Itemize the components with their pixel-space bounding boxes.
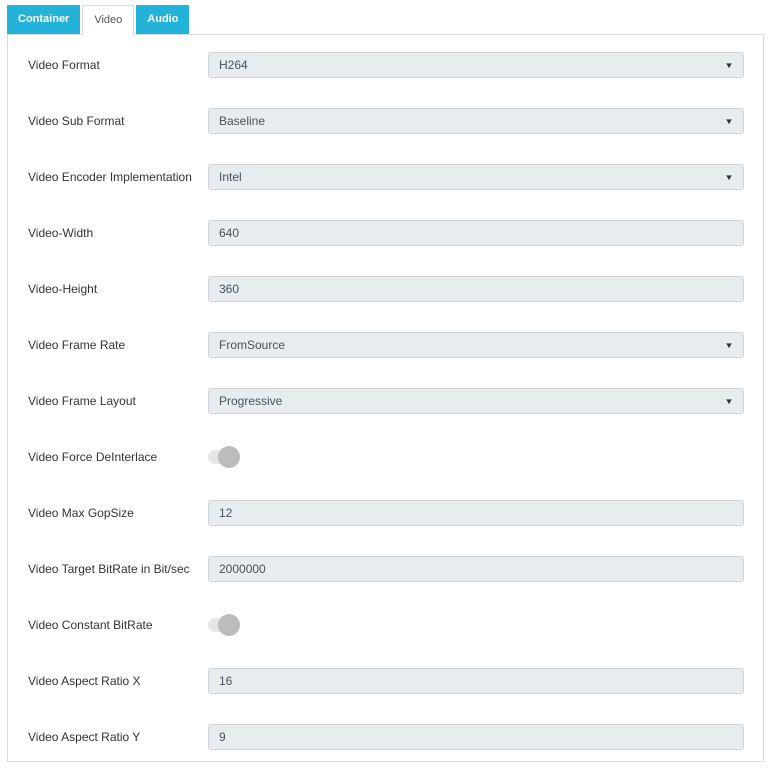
input-video-width[interactable]	[208, 220, 744, 246]
field-control: Intel ▼	[208, 164, 744, 190]
field-control	[208, 556, 744, 582]
media-encoding-settings: Container Video Audio Video Format H264 …	[0, 0, 771, 762]
form-row-video-frame-rate: Video Frame Rate FromSource ▼	[8, 332, 763, 358]
tab-audio[interactable]: Audio	[136, 5, 190, 34]
tab-container[interactable]: Container	[7, 5, 81, 34]
field-label: Video Target BitRate in Bit/sec	[28, 562, 190, 576]
form-row-video-target-bitrate-in-bit-sec: Video Target BitRate in Bit/sec	[8, 556, 763, 582]
form-row-video-encoder-implementation: Video Encoder Implementation Intel ▼	[8, 164, 763, 190]
chevron-down-icon: ▼	[724, 396, 734, 406]
toggle-knob	[218, 446, 240, 468]
dropdown-video-sub-format[interactable]: Baseline ▼	[208, 108, 744, 134]
toggle-knob	[218, 614, 240, 636]
dropdown-video-encoder-implementation[interactable]: Intel ▼	[208, 164, 744, 190]
tab-bar: Container Video Audio	[0, 0, 771, 35]
form-row-video-height: Video-Height	[8, 276, 763, 302]
dropdown-value: Progressive	[219, 394, 283, 408]
form-row-video-max-gopsize: Video Max GopSize	[8, 500, 763, 526]
dropdown-video-frame-rate[interactable]: FromSource ▼	[208, 332, 744, 358]
toggle-video-force-deinterlace[interactable]	[208, 446, 240, 468]
field-label: Video Encoder Implementation	[28, 170, 192, 184]
field-label: Video-Height	[28, 282, 98, 296]
field-label: Video Frame Rate	[28, 338, 126, 352]
form-row-video-width: Video-Width	[8, 220, 763, 246]
form-row-video-frame-layout: Video Frame Layout Progressive ▼	[8, 388, 763, 414]
field-control: H264 ▼	[208, 52, 744, 78]
field-control: Baseline ▼	[208, 108, 744, 134]
chevron-down-icon: ▼	[724, 172, 734, 182]
field-label: Video Sub Format	[28, 114, 125, 128]
input-video-max-gopsize[interactable]	[208, 500, 744, 526]
chevron-down-icon: ▼	[724, 116, 734, 126]
input-video-target-bitrate-in-bit-sec[interactable]	[208, 556, 744, 582]
dropdown-video-format[interactable]: H264 ▼	[208, 52, 744, 78]
form-row-video-constant-bitrate: Video Constant BitRate	[8, 612, 763, 638]
form-row-video-force-deinterlace: Video Force DeInterlace	[8, 444, 763, 470]
field-control	[208, 724, 744, 750]
dropdown-value: H264	[219, 58, 248, 72]
dropdown-value: Baseline	[219, 114, 266, 128]
toggle-video-constant-bitrate[interactable]	[208, 614, 240, 636]
field-label: Video Format	[28, 58, 100, 72]
field-label: Video Force DeInterlace	[28, 450, 158, 464]
dropdown-value: Intel	[219, 170, 242, 184]
field-control: Progressive ▼	[208, 388, 744, 414]
field-label: Video-Width	[28, 226, 94, 240]
chevron-down-icon: ▼	[724, 60, 734, 70]
input-video-aspect-ratio-y[interactable]	[208, 724, 744, 750]
field-label: Video Frame Layout	[28, 394, 136, 408]
chevron-down-icon: ▼	[724, 340, 734, 350]
field-label: Video Aspect Ratio X	[28, 674, 141, 688]
form-row-video-format: Video Format H264 ▼	[8, 52, 763, 78]
form-row-video-aspect-ratio-y: Video Aspect Ratio Y	[8, 724, 763, 750]
input-video-height[interactable]	[208, 276, 744, 302]
tab-video[interactable]: Video	[82, 5, 135, 35]
field-label: Video Max GopSize	[28, 506, 134, 520]
field-control	[208, 614, 744, 636]
field-label: Video Aspect Ratio Y	[28, 730, 141, 744]
video-settings-form: Video Format H264 ▼ Video Sub Format Bas…	[7, 34, 764, 762]
form-row-video-sub-format: Video Sub Format Baseline ▼	[8, 108, 763, 134]
field-control: FromSource ▼	[208, 332, 744, 358]
input-video-aspect-ratio-x[interactable]	[208, 668, 744, 694]
field-control	[208, 446, 744, 468]
field-control	[208, 220, 744, 246]
field-control	[208, 276, 744, 302]
field-control	[208, 500, 744, 526]
field-control	[208, 668, 744, 694]
dropdown-value: FromSource	[219, 338, 286, 352]
field-label: Video Constant BitRate	[28, 618, 153, 632]
form-row-video-aspect-ratio-x: Video Aspect Ratio X	[8, 668, 763, 694]
dropdown-video-frame-layout[interactable]: Progressive ▼	[208, 388, 744, 414]
